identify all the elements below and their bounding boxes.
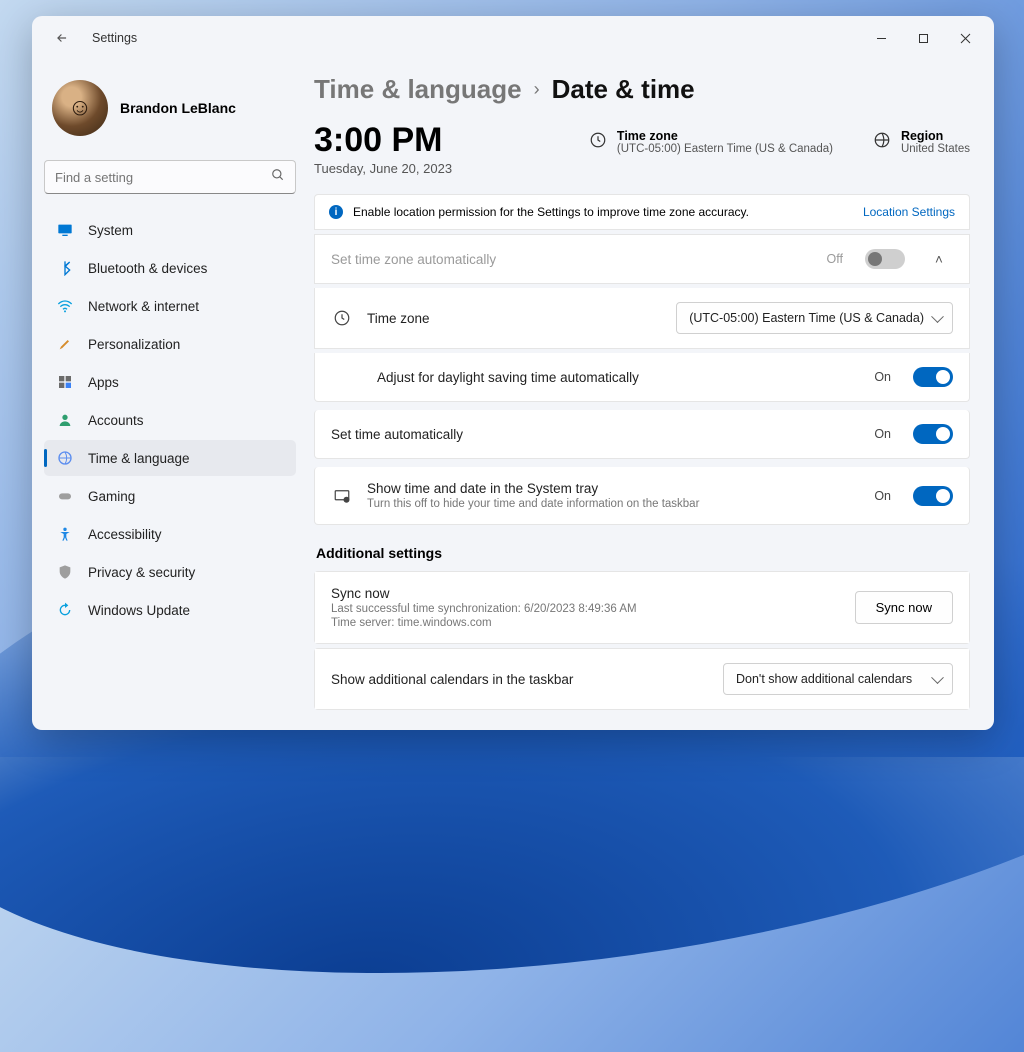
- user-name: Brandon LeBlanc: [120, 100, 236, 116]
- sidebar-item-accessibility[interactable]: Accessibility: [44, 516, 296, 552]
- toggle-auto-timezone[interactable]: [865, 249, 905, 269]
- timezone-label: Time zone: [617, 129, 833, 143]
- current-time: 3:00 PM: [314, 123, 452, 157]
- bluetooth-icon: [56, 259, 74, 277]
- sidebar-item-privacy[interactable]: Privacy & security: [44, 554, 296, 590]
- row-systray-time: Show time and date in the System tray Tu…: [314, 467, 970, 525]
- timezone-value: (UTC-05:00) Eastern Time (US & Canada): [617, 143, 833, 155]
- brush-icon: [56, 335, 74, 353]
- toggle-systray-time[interactable]: [913, 486, 953, 506]
- row-label: Adjust for daylight saving time automati…: [377, 370, 639, 385]
- main-content: Time & language › Date & time 3:00 PM Tu…: [308, 60, 994, 730]
- sidebar-item-windows-update[interactable]: Windows Update: [44, 592, 296, 628]
- search-input[interactable]: [55, 170, 271, 185]
- sidebar-item-bluetooth[interactable]: Bluetooth & devices: [44, 250, 296, 286]
- wifi-icon: [56, 297, 74, 315]
- sidebar-item-label: Network & internet: [88, 299, 199, 314]
- accessibility-icon: [56, 525, 74, 543]
- apps-icon: [56, 373, 74, 391]
- row-label: Set time automatically: [331, 427, 463, 442]
- summary: 3:00 PM Tuesday, June 20, 2023 Time zone…: [314, 123, 970, 176]
- nav: System Bluetooth & devices Network & int…: [44, 212, 296, 628]
- timezone-icon: [589, 131, 607, 149]
- sidebar: ☺ Brandon LeBlanc System Bluetooth &: [32, 60, 308, 730]
- toggle-state-label: On: [874, 489, 891, 503]
- app-title: Settings: [92, 31, 137, 45]
- info-icon: i: [329, 205, 343, 219]
- toggle-dst[interactable]: [913, 367, 953, 387]
- sidebar-item-accounts[interactable]: Accounts: [44, 402, 296, 438]
- sidebar-item-gaming[interactable]: Gaming: [44, 478, 296, 514]
- settings-window: Settings ☺ Brandon LeBlanc: [32, 16, 994, 730]
- system-icon: [56, 221, 74, 239]
- sidebar-item-system[interactable]: System: [44, 212, 296, 248]
- gamepad-icon: [56, 487, 74, 505]
- sidebar-item-label: Apps: [88, 375, 119, 390]
- row-label: Show additional calendars in the taskbar: [331, 672, 573, 687]
- region-label: Region: [901, 129, 970, 143]
- titlebar: Settings: [32, 16, 994, 60]
- breadcrumb: Time & language › Date & time: [314, 74, 970, 105]
- close-button[interactable]: [944, 22, 986, 54]
- toggle-auto-time[interactable]: [913, 424, 953, 444]
- back-button[interactable]: [48, 24, 76, 52]
- sidebar-item-label: Bluetooth & devices: [88, 261, 207, 276]
- row-auto-timezone[interactable]: Set time zone automatically Off ˄: [314, 234, 970, 284]
- toggle-state-label: On: [874, 427, 891, 441]
- info-banner: i Enable location permission for the Set…: [314, 194, 970, 230]
- sync-now-button[interactable]: Sync now: [855, 591, 953, 624]
- sidebar-item-label: Windows Update: [88, 603, 190, 618]
- sidebar-item-label: System: [88, 223, 133, 238]
- sidebar-item-network[interactable]: Network & internet: [44, 288, 296, 324]
- toggle-state-label: Off: [827, 252, 843, 266]
- location-settings-link[interactable]: Location Settings: [863, 205, 955, 219]
- timezone-select[interactable]: (UTC-05:00) Eastern Time (US & Canada): [676, 302, 953, 334]
- toggle-state-label: On: [874, 370, 891, 384]
- region-value: United States: [901, 143, 970, 155]
- globe-icon: [873, 131, 891, 149]
- minimize-button[interactable]: [860, 22, 902, 54]
- row-sync-now: Sync now Last successful time synchroniz…: [315, 572, 969, 643]
- chevron-right-icon: ›: [534, 79, 540, 100]
- row-dst: Adjust for daylight saving time automati…: [314, 353, 970, 402]
- sync-server: Time server: time.windows.com: [331, 617, 637, 629]
- row-auto-time: Set time automatically On: [314, 410, 970, 459]
- current-date: Tuesday, June 20, 2023: [314, 161, 452, 176]
- taskbar-icon: [331, 487, 353, 505]
- sidebar-item-label: Time & language: [88, 451, 190, 466]
- additional-calendars-select[interactable]: Don't show additional calendars: [723, 663, 953, 695]
- chevron-up-icon[interactable]: ˄: [925, 252, 953, 267]
- search-icon: [271, 168, 285, 187]
- sidebar-item-time-language[interactable]: Time & language: [44, 440, 296, 476]
- globe-clock-icon: [56, 449, 74, 467]
- sync-title: Sync now: [331, 586, 637, 601]
- sidebar-item-label: Accounts: [88, 413, 144, 428]
- update-icon: [56, 601, 74, 619]
- search-box[interactable]: [44, 160, 296, 194]
- shield-icon: [56, 563, 74, 581]
- info-text: Enable location permission for the Setti…: [353, 205, 749, 219]
- person-icon: [56, 411, 74, 429]
- sidebar-item-label: Gaming: [88, 489, 135, 504]
- sidebar-item-label: Personalization: [88, 337, 180, 352]
- avatar: ☺: [52, 80, 108, 136]
- row-timezone: Time zone (UTC-05:00) Eastern Time (US &…: [314, 288, 970, 349]
- timezone-icon: [331, 309, 353, 327]
- sidebar-item-apps[interactable]: Apps: [44, 364, 296, 400]
- row-label: Time zone: [367, 311, 430, 326]
- sync-last: Last successful time synchronization: 6/…: [331, 603, 637, 615]
- sidebar-item-personalization[interactable]: Personalization: [44, 326, 296, 362]
- sidebar-item-label: Privacy & security: [88, 565, 195, 580]
- row-label: Show time and date in the System tray: [367, 481, 699, 496]
- sidebar-item-label: Accessibility: [88, 527, 162, 542]
- row-additional-calendars: Show additional calendars in the taskbar…: [315, 649, 969, 709]
- maximize-button[interactable]: [902, 22, 944, 54]
- row-subtitle: Turn this off to hide your time and date…: [367, 498, 699, 510]
- breadcrumb-current: Date & time: [552, 74, 695, 105]
- breadcrumb-parent[interactable]: Time & language: [314, 74, 522, 105]
- additional-settings-title: Additional settings: [316, 545, 970, 561]
- user-block[interactable]: ☺ Brandon LeBlanc: [44, 72, 296, 154]
- row-label: Set time zone automatically: [331, 252, 496, 267]
